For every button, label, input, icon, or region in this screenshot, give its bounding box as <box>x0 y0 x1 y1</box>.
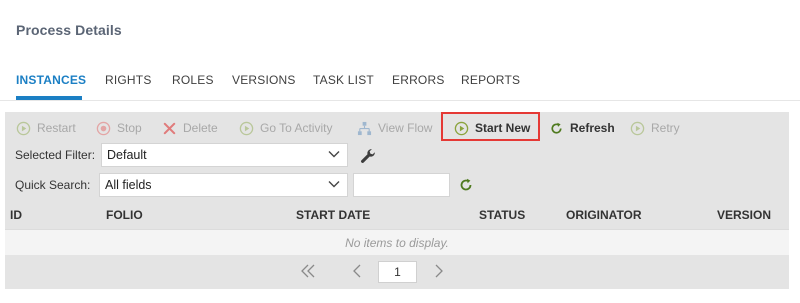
retry-button[interactable]: Retry <box>629 119 680 137</box>
start-new-highlight <box>441 112 540 141</box>
empty-grid-message: No items to display. <box>345 236 449 250</box>
quick-search-row: Quick Search: All fields <box>5 173 789 199</box>
quick-search-scope-value: All fields <box>105 178 152 192</box>
tab-roles[interactable]: ROLES <box>172 73 214 87</box>
selected-filter-label: Selected Filter: <box>15 148 96 162</box>
first-page-icon[interactable] <box>300 263 316 279</box>
selected-filter-dropdown[interactable]: Default <box>101 143 348 167</box>
active-tab-indicator <box>16 96 82 100</box>
tab-versions[interactable]: VERSIONS <box>232 73 296 87</box>
pager: 1 <box>5 255 789 289</box>
toolbar: Restart Stop Delete Go To Activity View … <box>5 112 789 142</box>
grid-header: ID FOLIO START DATE STATUS ORIGINATOR VE… <box>5 202 789 229</box>
tab-instances[interactable]: INSTANCES <box>16 73 86 87</box>
column-header-version[interactable]: VERSION <box>717 208 771 222</box>
tab-bar: INSTANCES RIGHTS ROLES VERSIONS TASK LIS… <box>0 70 800 101</box>
tab-task-list[interactable]: TASK LIST <box>313 73 374 87</box>
restart-button[interactable]: Restart <box>15 119 76 137</box>
tab-errors[interactable]: ERRORS <box>392 73 445 87</box>
page-number-input[interactable]: 1 <box>378 261 417 283</box>
close-x-icon <box>161 120 177 136</box>
quick-search-scope-dropdown[interactable]: All fields <box>99 173 348 197</box>
column-header-status[interactable]: STATUS <box>479 208 525 222</box>
chevron-down-icon <box>327 177 341 191</box>
stop-button[interactable]: Stop <box>95 119 142 137</box>
instances-panel: Restart Stop Delete Go To Activity View … <box>5 112 789 289</box>
column-header-start-date[interactable]: START DATE <box>296 208 370 222</box>
refresh-button[interactable]: Refresh <box>548 119 615 137</box>
quick-search-input[interactable] <box>353 173 450 197</box>
view-flow-button[interactable]: View Flow <box>356 119 432 137</box>
selected-filter-value: Default <box>107 148 147 162</box>
stop-circle-icon <box>95 120 111 136</box>
flow-chart-icon <box>356 120 372 136</box>
grid-body: No items to display. <box>5 229 789 255</box>
go-to-activity-button[interactable]: Go To Activity <box>238 119 332 137</box>
quick-search-label: Quick Search: <box>15 178 91 192</box>
tab-reports[interactable]: REPORTS <box>461 73 520 87</box>
previous-page-icon[interactable] <box>349 263 365 279</box>
column-header-originator[interactable]: ORIGINATOR <box>566 208 642 222</box>
play-circle-icon <box>238 120 254 136</box>
wrench-icon[interactable] <box>359 147 377 165</box>
selected-filter-row: Selected Filter: Default <box>5 143 789 169</box>
play-circle-icon <box>15 120 31 136</box>
column-header-id[interactable]: ID <box>10 208 22 222</box>
column-header-folio[interactable]: FOLIO <box>106 208 143 222</box>
page-title: Process Details <box>16 22 122 38</box>
next-page-icon[interactable] <box>431 263 447 279</box>
tab-rights[interactable]: RIGHTS <box>105 73 152 87</box>
delete-button[interactable]: Delete <box>161 119 218 137</box>
chevron-down-icon <box>327 147 341 161</box>
play-circle-icon <box>629 120 645 136</box>
refresh-search-icon[interactable] <box>458 177 475 194</box>
refresh-icon <box>548 120 564 136</box>
